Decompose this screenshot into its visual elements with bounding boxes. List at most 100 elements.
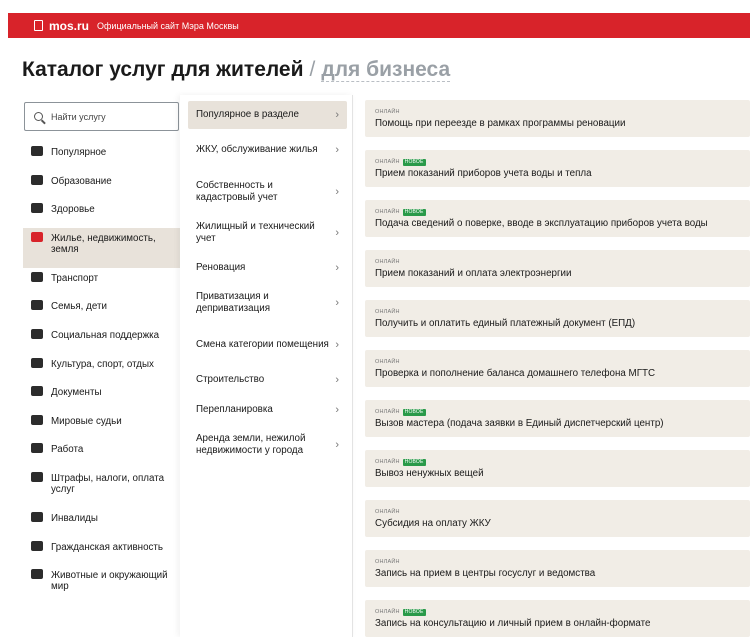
subcategory-item[interactable]: Аренда земли, нежилой недвижимости у гор…	[188, 428, 347, 462]
online-label: ОНЛАЙН	[375, 509, 400, 515]
sidebar-item-label: Популярное	[51, 147, 107, 158]
chevron-right-icon: ›	[335, 109, 339, 121]
subcategory-item[interactable]: Перепланировка ›	[188, 398, 347, 422]
new-badge: НОВОЕ	[402, 608, 426, 616]
sidebar-item-label: Гражданская активность	[51, 541, 164, 553]
briefcase-icon	[31, 443, 43, 454]
service-meta: ОНЛАЙН	[375, 108, 750, 116]
service-card[interactable]: ОНЛАЙН НОВОЕ Подача сведений о поверке, вв…	[365, 200, 750, 237]
sidebar-item[interactable]: Инвалиды	[23, 508, 180, 537]
subcategory-label: Перепланировка	[196, 404, 273, 415]
sidebar-item-label: Здоровье	[51, 204, 95, 216]
sidebar-item[interactable]: Документы	[23, 382, 180, 411]
brand-link[interactable]: mos.ru	[49, 19, 89, 33]
subcategory-item[interactable]: Строительство ›	[188, 368, 347, 392]
service-title: Проверка и пополнение баланса домашнего …	[375, 368, 656, 379]
sidebar-item[interactable]: Семья, дети	[23, 296, 180, 325]
service-title: Вывоз ненужных вещей	[375, 468, 484, 479]
service-card[interactable]: ОНЛАЙН НОВОЕ Запись на консультацию и личн…	[365, 600, 750, 637]
subcategory-item[interactable]: ЖКУ, обслуживание жилья ›	[188, 133, 347, 167]
business-link[interactable]: для бизнеса	[321, 58, 451, 82]
page-title: Каталог услуг для жителей / для бизнеса	[22, 58, 451, 82]
subcategory-label: Популярное в разделе	[196, 109, 299, 120]
service-card[interactable]: ОНЛАЙН Проверка и пополнение баланса дома…	[365, 350, 750, 387]
service-meta: ОНЛАЙН	[375, 558, 750, 566]
subcategory-item[interactable]: Собственность и кадастровый учет ›	[188, 175, 347, 209]
online-label: ОНЛАЙН	[375, 309, 400, 315]
service-card[interactable]: ОНЛАЙН Субсидия на оплату ЖКУ	[365, 500, 750, 537]
chevron-right-icon: ›	[335, 339, 339, 351]
new-badge: НОВОЕ	[402, 458, 426, 466]
online-label: ОНЛАЙН	[375, 159, 400, 165]
service-title: Прием показаний приборов учета воды и те…	[375, 168, 592, 179]
subcategory-label: Смена категории помещения	[196, 339, 329, 350]
service-title: Запись на прием в центры госуслуг и ведо…	[375, 568, 596, 579]
hand-icon	[31, 540, 43, 551]
sidebar-item[interactable]: Здоровье	[23, 199, 180, 228]
service-card[interactable]: ОНЛАЙН Прием показаний и оплата электроэн…	[365, 250, 750, 287]
service-card[interactable]: ОНЛАЙН Получить и оплатить единый платежн…	[365, 300, 750, 337]
service-card[interactable]: ОНЛАЙН НОВОЕ Вывоз ненужных вещей	[365, 450, 750, 487]
service-title: Субсидия на оплату ЖКУ	[375, 518, 491, 529]
title-separator: /	[309, 58, 316, 81]
subcategory-label: Строительство	[196, 374, 265, 385]
subcategory-panel: Популярное в разделе › ЖКУ, обслуживание ж…	[180, 95, 353, 637]
service-title: Помощь при переезде в рамках программы р…	[375, 118, 626, 129]
star-icon	[31, 146, 43, 156]
sidebar-item[interactable]: Популярное	[23, 142, 180, 171]
family-icon	[31, 300, 43, 311]
service-card[interactable]: ОНЛАЙН Запись на прием в центры госуслуг …	[365, 550, 750, 587]
sidebar-item[interactable]: Жилье, недвижимость, земля	[23, 227, 180, 268]
subcategory-item[interactable]: Смена категории помещения ›	[188, 328, 347, 362]
subcategory-item[interactable]: Реновация ›	[188, 256, 347, 280]
subcategory-label: Аренда земли, нежилой недвижимости у гор…	[196, 433, 306, 456]
sidebar-item-label: Жилье, недвижимость, земля	[51, 232, 156, 255]
sidebar-item[interactable]: Мировые судьи	[23, 411, 180, 440]
culture-icon	[31, 357, 43, 368]
service-card[interactable]: ОНЛАЙН НОВОЕ Прием показаний приборов учет…	[365, 150, 750, 187]
sidebar-item[interactable]: Работа	[23, 439, 180, 468]
medical-icon	[31, 203, 43, 214]
service-meta: ОНЛАЙН НОВОЕ	[375, 158, 750, 166]
subcategory-label: Реновация	[196, 262, 246, 273]
search-box[interactable]	[24, 102, 179, 131]
chevron-right-icon: ›	[335, 404, 339, 416]
house-icon	[31, 231, 43, 242]
sidebar-item-label: Животные и окружающий мир	[51, 570, 168, 593]
service-title: Запись на консультацию и личный прием в …	[375, 618, 651, 629]
subcategory-item[interactable]: Приватизация и деприватизация ›	[188, 286, 347, 320]
sidebar-item-label: Штрафы, налоги, оплата услуг	[51, 472, 165, 495]
subcategory-item[interactable]: Жилищный и технический учет ›	[188, 216, 347, 250]
sidebar-item[interactable]: Штрафы, налоги, оплата услуг	[23, 467, 180, 508]
sidebar-item[interactable]: Гражданская активность	[23, 536, 180, 566]
search-input[interactable]	[49, 110, 173, 123]
subcategory-label: ЖКУ, обслуживание жилья	[196, 144, 318, 155]
sidebar-item-label: Социальная поддержка	[51, 329, 160, 341]
online-label: ОНЛАЙН	[375, 459, 400, 465]
sidebar-item[interactable]: Образование	[23, 171, 180, 200]
title-residents: Каталог услуг для жителей	[22, 58, 304, 81]
sidebar-item[interactable]: Животные и окружающий мир	[23, 565, 180, 606]
mos-logo-icon[interactable]	[34, 20, 43, 31]
sidebar-item-label: Транспорт	[51, 272, 99, 284]
sidebar-item-label: Мировые судьи	[51, 415, 122, 427]
online-label: ОНЛАЙН	[375, 409, 400, 415]
service-card[interactable]: ОНЛАЙН Помощь при переезде в рамках прогр…	[365, 100, 750, 137]
online-label: ОНЛАЙН	[375, 109, 400, 115]
sidebar-item[interactable]: Социальная поддержка	[23, 325, 180, 354]
sidebar-item[interactable]: Культура, спорт, отдых	[23, 354, 180, 383]
online-label: ОНЛАЙН	[375, 559, 400, 565]
chevron-right-icon: ›	[335, 144, 339, 156]
heart-icon	[31, 328, 43, 339]
service-card[interactable]: ОНЛАЙН НОВОЕ Вызов мастера (подача заявки …	[365, 400, 750, 437]
chevron-right-icon: ›	[335, 262, 339, 274]
animal-icon	[31, 569, 43, 580]
subcategory-item[interactable]: Популярное в разделе ›	[188, 101, 347, 129]
bus-icon	[31, 271, 43, 282]
chevron-right-icon: ›	[335, 227, 339, 239]
sidebar-item[interactable]: Транспорт	[23, 268, 180, 297]
subcategory-label: Жилищный и технический учет	[196, 221, 315, 244]
service-meta: ОНЛАЙН	[375, 258, 750, 266]
service-meta: ОНЛАЙН НОВОЕ	[375, 458, 750, 466]
online-label: ОНЛАЙН	[375, 259, 400, 265]
